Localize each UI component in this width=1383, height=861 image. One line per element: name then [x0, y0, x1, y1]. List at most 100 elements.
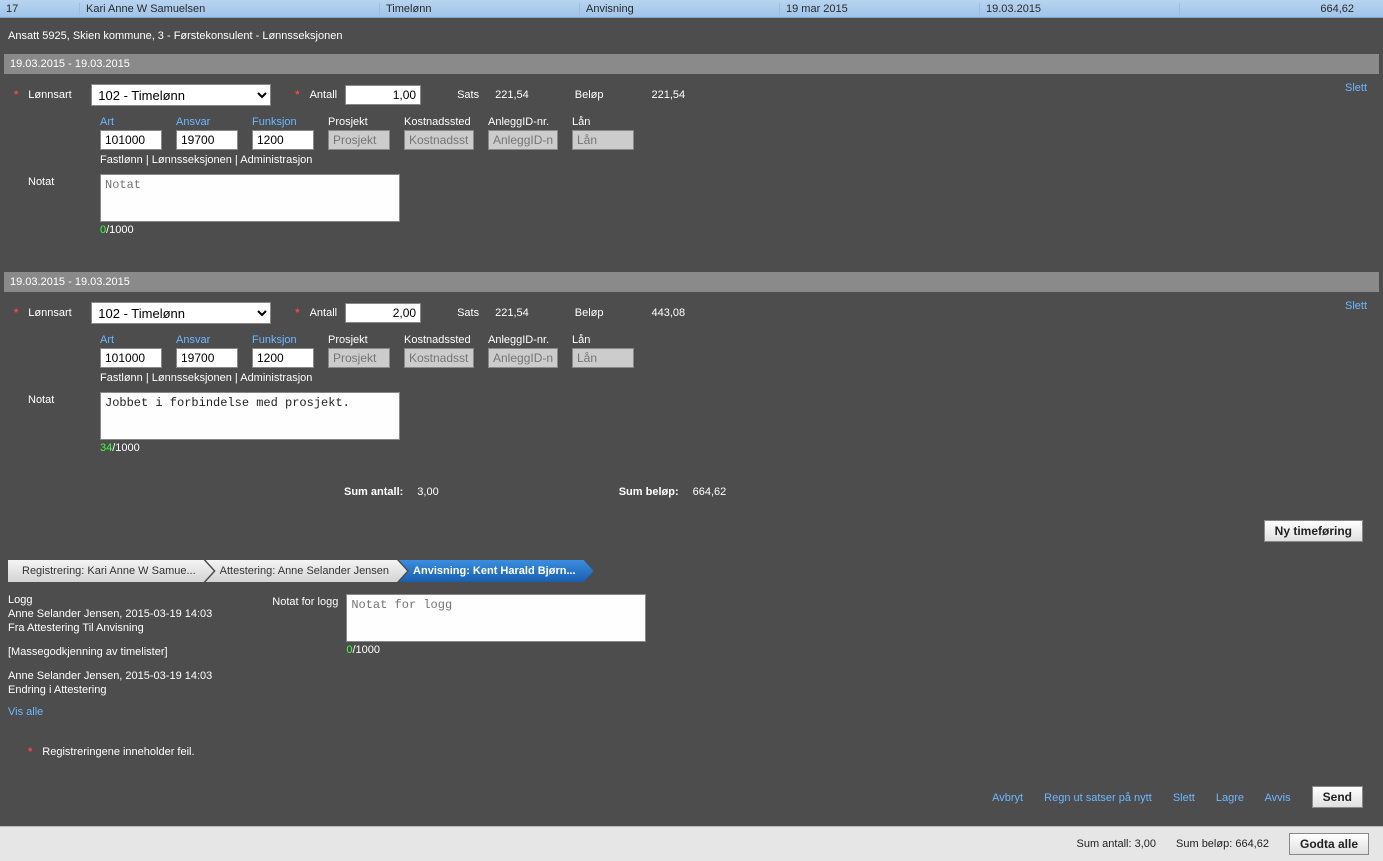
log-note-textarea[interactable]	[346, 594, 646, 642]
notat-counter: 0/1000	[100, 224, 400, 236]
log-note-label: Notat for logg	[272, 594, 338, 608]
entry-block: Slett * Lønnsart 102 - Timelønn * Antall…	[4, 74, 1379, 254]
delete-link[interactable]: Slett	[1173, 792, 1195, 804]
send-button[interactable]: Send	[1312, 786, 1363, 808]
log-title: Logg	[8, 594, 212, 606]
art-input[interactable]	[100, 130, 162, 150]
sum-antall: Sum antall:3,00	[344, 486, 439, 498]
prosjekt-input[interactable]	[328, 348, 390, 368]
kostnadssted-input[interactable]	[404, 348, 474, 368]
lan-input[interactable]	[572, 348, 634, 368]
bottom-sum-belop: Sum beløp: 664,62	[1176, 838, 1269, 850]
antall-input[interactable]	[345, 85, 421, 105]
anleggid-input[interactable]	[488, 130, 558, 150]
lonnsart-label: Lønnsart	[28, 89, 83, 101]
anleggid-label: AnleggID-nr.	[488, 334, 558, 346]
required-indicator: *	[14, 307, 18, 319]
log-panel: Logg Anne Selander Jensen, 2015-03-19 14…	[8, 594, 212, 718]
ansvar-label[interactable]: Ansvar	[176, 116, 238, 128]
ansvar-label[interactable]: Ansvar	[176, 334, 238, 346]
workflow-step-anvisning[interactable]: Anvisning: Kent Harald Bjørn...	[399, 560, 594, 582]
log-line: [Massegodkjenning av timelister]	[8, 646, 212, 658]
sum-belop: Sum beløp:664,62	[619, 486, 727, 498]
summary-date-text: 19 mar 2015	[780, 3, 980, 15]
sats-label: Sats	[457, 307, 479, 319]
lan-label: Lån	[572, 334, 634, 346]
entry-block: Slett * Lønnsart 102 - Timelønn * Antall…	[4, 292, 1379, 472]
funksjon-label[interactable]: Funksjon	[252, 116, 314, 128]
workflow-steps: Registrering: Kari Anne W Samue... Attes…	[8, 560, 1375, 582]
employee-header: Ansatt 5925, Skien kommune, 3 - Førsteko…	[4, 22, 1379, 54]
belop-label: Beløp	[575, 307, 604, 319]
workflow-step-registrering[interactable]: Registrering: Kari Anne W Samue...	[8, 560, 214, 582]
antall-label: Antall	[310, 89, 338, 101]
action-row: Avbryt Regn ut satser på nytt Slett Lagr…	[4, 776, 1379, 822]
entry-date-range: 19.03.2015 - 19.03.2015	[4, 54, 1379, 74]
new-entry-button[interactable]: Ny timeføring	[1264, 520, 1363, 542]
show-all-link[interactable]: Vis alle	[8, 706, 43, 718]
entry-breadcrumb: Fastlønn | Lønnsseksjonen | Administrasj…	[100, 154, 1369, 166]
summary-id: 17	[0, 3, 80, 15]
sats-value: 221,54	[495, 89, 529, 101]
belop-value: 443,08	[652, 307, 686, 319]
notat-label: Notat	[28, 392, 90, 406]
log-note-counter: 0/1000	[346, 644, 646, 656]
accept-all-button[interactable]: Godta alle	[1289, 833, 1369, 855]
sats-value: 221,54	[495, 307, 529, 319]
lan-label: Lån	[572, 116, 634, 128]
save-link[interactable]: Lagre	[1216, 792, 1244, 804]
notat-counter: 34/1000	[100, 442, 400, 454]
error-message: *Registreringene inneholder feil.	[4, 728, 1379, 776]
antall-input[interactable]	[345, 303, 421, 323]
sats-label: Sats	[457, 89, 479, 101]
kostnadssted-label: Kostnadssted	[404, 116, 474, 128]
log-line: Fra Attestering Til Anvisning	[8, 622, 212, 634]
delete-entry-link[interactable]: Slett	[1345, 82, 1367, 94]
art-label[interactable]: Art	[100, 334, 162, 346]
funksjon-input[interactable]	[252, 130, 314, 150]
art-input[interactable]	[100, 348, 162, 368]
lonnsart-label: Lønnsart	[28, 307, 83, 319]
prosjekt-input[interactable]	[328, 130, 390, 150]
delete-entry-link[interactable]: Slett	[1345, 300, 1367, 312]
belop-label: Beløp	[575, 89, 604, 101]
log-line: Anne Selander Jensen, 2015-03-19 14:03	[8, 670, 212, 682]
log-line: Anne Selander Jensen, 2015-03-19 14:03	[8, 608, 212, 620]
cancel-link[interactable]: Avbryt	[992, 792, 1023, 804]
ansvar-input[interactable]	[176, 348, 238, 368]
kostnadssted-label: Kostnadssted	[404, 334, 474, 346]
required-indicator: *	[295, 89, 299, 101]
bottom-sum-antall: Sum antall: 3,00	[1077, 838, 1157, 850]
art-label[interactable]: Art	[100, 116, 162, 128]
summary-amount: 664,62	[1180, 3, 1360, 15]
anleggid-input[interactable]	[488, 348, 558, 368]
prosjekt-label: Prosjekt	[328, 334, 390, 346]
summary-status: Anvisning	[580, 3, 780, 15]
workflow-step-attestering[interactable]: Attestering: Anne Selander Jensen	[206, 560, 407, 582]
summary-bar: 17 Kari Anne W Samuelsen Timelønn Anvisn…	[0, 0, 1383, 18]
lonnsart-select[interactable]: 102 - Timelønn	[91, 84, 271, 106]
bottom-bar: Sum antall: 3,00 Sum beløp: 664,62 Godta…	[0, 826, 1383, 861]
lan-input[interactable]	[572, 130, 634, 150]
required-indicator: *	[295, 307, 299, 319]
funksjon-input[interactable]	[252, 348, 314, 368]
required-indicator: *	[14, 89, 18, 101]
entry-breadcrumb: Fastlønn | Lønnsseksjonen | Administrasj…	[100, 372, 1369, 384]
antall-label: Antall	[310, 307, 338, 319]
notat-label: Notat	[28, 174, 90, 188]
belop-value: 221,54	[652, 89, 686, 101]
summary-type: Timelønn	[380, 3, 580, 15]
anleggid-label: AnleggID-nr.	[488, 116, 558, 128]
kostnadssted-input[interactable]	[404, 130, 474, 150]
reject-link[interactable]: Avvis	[1265, 792, 1291, 804]
recalculate-link[interactable]: Regn ut satser på nytt	[1044, 792, 1152, 804]
notat-textarea[interactable]	[100, 392, 400, 440]
prosjekt-label: Prosjekt	[328, 116, 390, 128]
log-line: Endring i Attestering	[8, 684, 212, 696]
ansvar-input[interactable]	[176, 130, 238, 150]
entry-date-range: 19.03.2015 - 19.03.2015	[4, 272, 1379, 292]
notat-textarea[interactable]	[100, 174, 400, 222]
lonnsart-select[interactable]: 102 - Timelønn	[91, 302, 271, 324]
summary-date: 19.03.2015	[980, 3, 1180, 15]
funksjon-label[interactable]: Funksjon	[252, 334, 314, 346]
